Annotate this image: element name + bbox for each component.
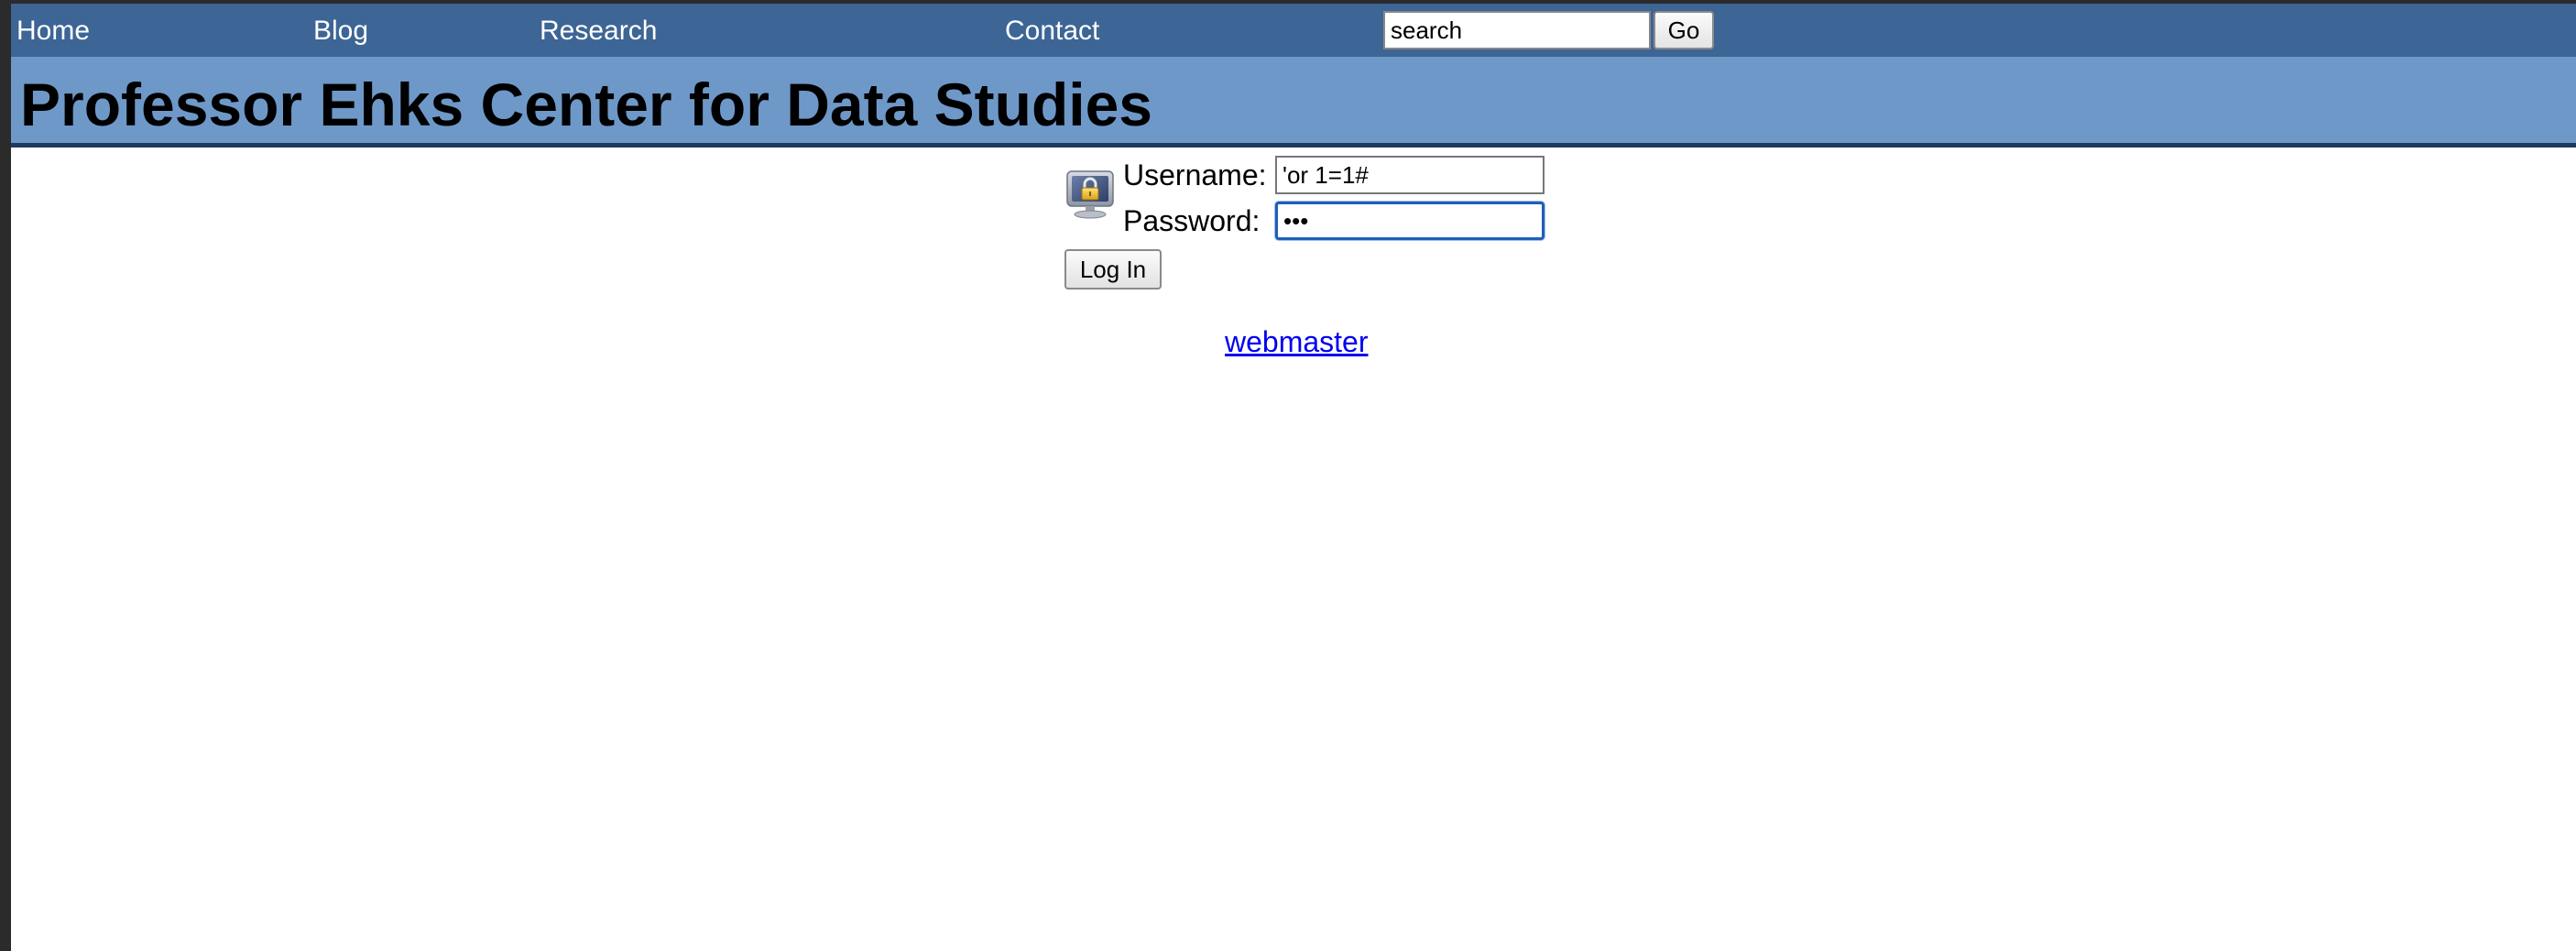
login-form: Username: Password: Log In xyxy=(1055,150,1550,297)
search-input[interactable] xyxy=(1383,11,1651,49)
login-button[interactable]: Log In xyxy=(1064,249,1162,290)
nav-link-blog[interactable]: Blog xyxy=(313,16,368,47)
username-label: Username: xyxy=(1123,158,1267,191)
nav-link-contact[interactable]: Contact xyxy=(1005,16,1099,47)
site-title: Professor Ehks Center for Data Studies xyxy=(20,71,1153,138)
site-banner: Professor Ehks Center for Data Studies xyxy=(11,57,2576,148)
nav-link-research[interactable]: Research xyxy=(540,16,657,47)
nav-link-home[interactable]: Home xyxy=(16,16,90,47)
webmaster-link[interactable]: webmaster xyxy=(1225,324,1369,359)
password-label: Password: xyxy=(1123,204,1261,237)
page: Home Blog Research Contact Go Professor … xyxy=(11,4,2576,951)
search-go-button[interactable]: Go xyxy=(1654,11,1714,49)
top-nav-bar: Home Blog Research Contact Go xyxy=(11,4,2576,58)
lock-computer-icon xyxy=(1064,169,1116,222)
username-input[interactable] xyxy=(1275,156,1545,194)
password-input[interactable] xyxy=(1275,202,1545,240)
